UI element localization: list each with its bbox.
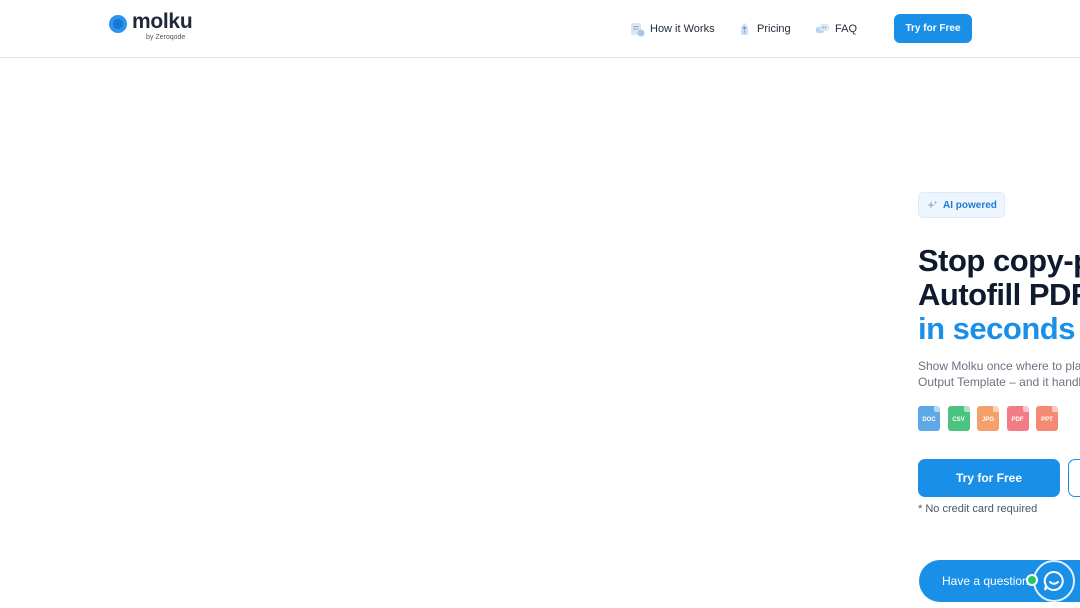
description-line-2: Output Template – and it handles xyxy=(918,375,1080,389)
hero-secondary-button[interactable] xyxy=(1068,459,1080,497)
chat-bubbles-icon xyxy=(816,23,829,33)
pdf-file-icon: PDF xyxy=(1006,406,1029,431)
hero-description: Show Molku once where to place Output Te… xyxy=(918,358,1080,390)
hero-try-for-free-button[interactable]: Try for Free xyxy=(918,459,1060,497)
nav-faq[interactable]: FAQ xyxy=(815,21,857,37)
no-credit-card-note: * No credit card required xyxy=(918,503,1038,515)
molku-logo[interactable]: molku by Zeroqode xyxy=(109,10,199,45)
csv-file-icon: CSV xyxy=(947,406,970,431)
site-header: molku by Zeroqode How it Works Pricing F… xyxy=(0,0,1080,58)
file-format-icons: DOC CSV JPG PDF PPT xyxy=(918,406,1066,431)
tag-icon xyxy=(741,22,748,35)
header-try-for-free-button[interactable]: Try for Free xyxy=(894,14,972,43)
ai-powered-badge: AI powered xyxy=(918,192,1005,218)
doc-file-icon: DOC xyxy=(918,406,940,431)
headline-line-1: Stop copy-p xyxy=(918,243,1080,278)
jpg-file-icon: JPG xyxy=(977,406,999,431)
logo-mark-icon xyxy=(109,15,127,33)
chat-smile-icon xyxy=(1043,570,1064,591)
document-icon xyxy=(631,22,645,36)
chat-avatar-icon[interactable] xyxy=(1033,560,1075,602)
headline-line-2: Autofill PDFs xyxy=(918,277,1080,312)
online-status-indicator xyxy=(1026,574,1038,586)
hero-headline: Stop copy-p Autofill PDFs in seconds xyxy=(918,244,1080,346)
badge-label: AI powered xyxy=(943,199,997,211)
description-line-1: Show Molku once where to place xyxy=(918,359,1080,373)
nav-label: FAQ xyxy=(835,23,858,35)
nav-label: Pricing xyxy=(757,23,791,35)
logo-tagline: by Zeroqode xyxy=(146,34,186,41)
nav-how-it-works[interactable]: How it Works xyxy=(630,21,715,37)
sparkle-icon xyxy=(927,200,938,209)
nav-pricing[interactable]: Pricing xyxy=(737,21,791,37)
headline-line-3: in seconds xyxy=(918,311,1075,346)
chat-label: Have a question? xyxy=(942,574,1036,588)
logo-wordmark: molku xyxy=(132,10,193,33)
nav-label: How it Works xyxy=(650,23,715,35)
ppt-file-icon: PPT xyxy=(1036,406,1058,431)
